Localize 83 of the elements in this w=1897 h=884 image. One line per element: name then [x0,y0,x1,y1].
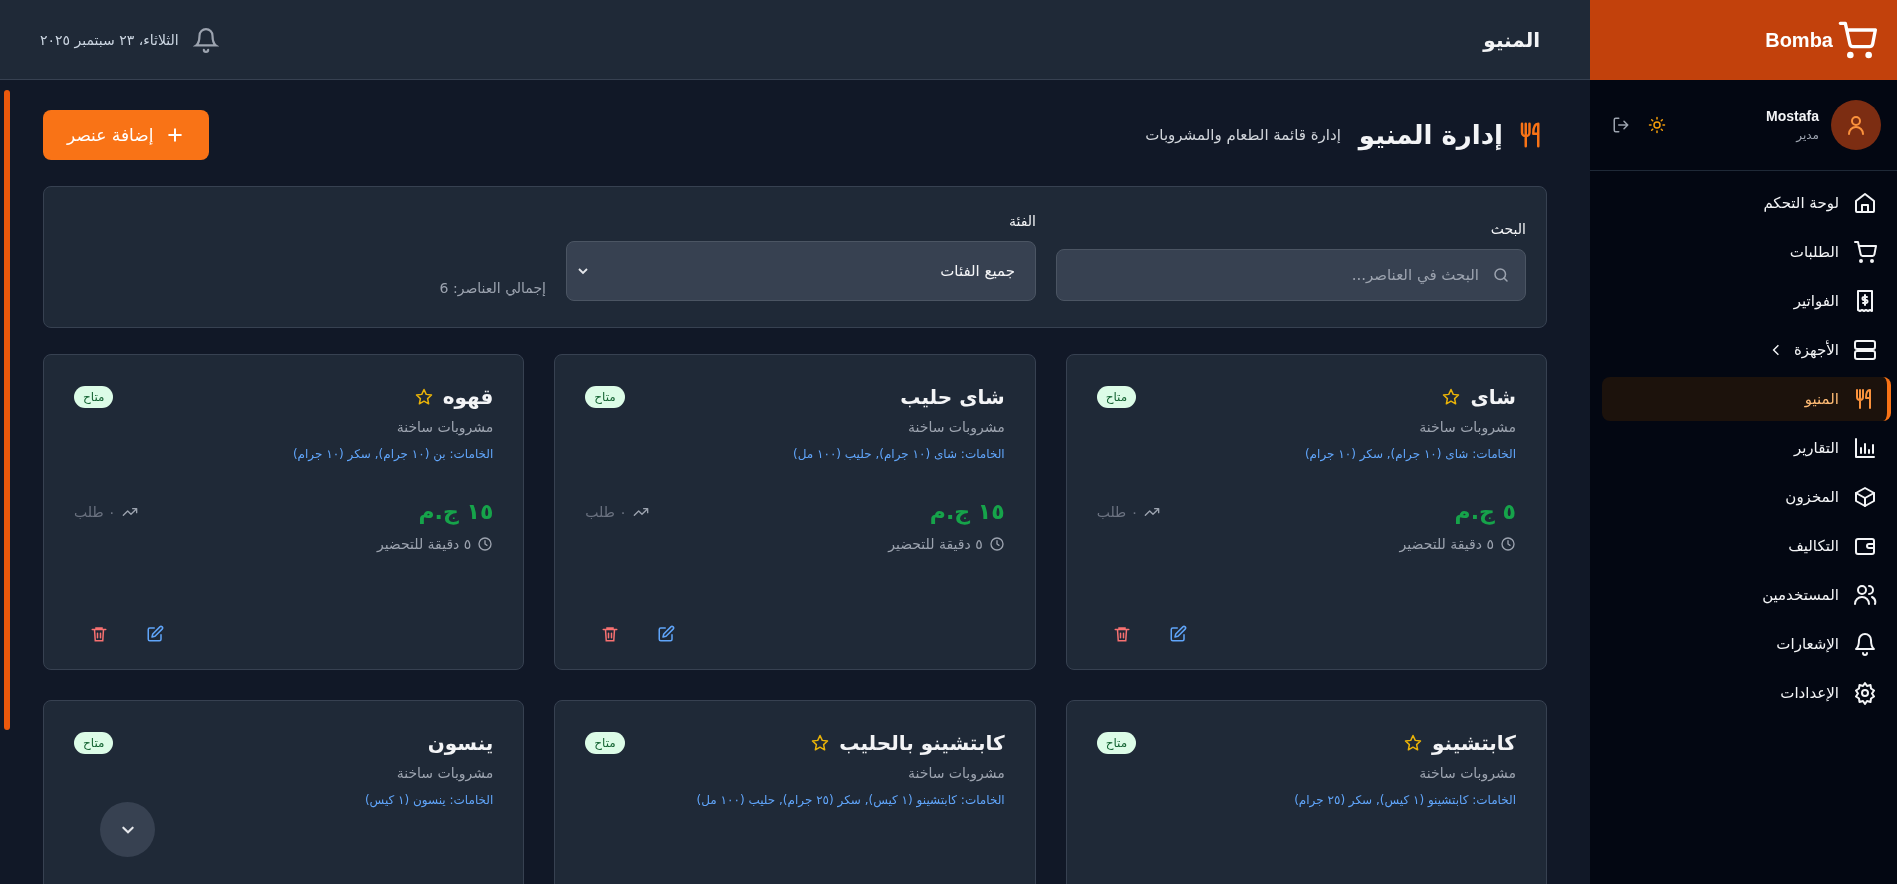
item-name: شاى [1470,385,1516,409]
item-name: كابتشينو [1431,731,1516,755]
item-price: ٥ ج.م [1454,499,1516,524]
trash-icon [1112,625,1131,643]
page-title: المنيو [1483,27,1540,52]
category-dropdown[interactable]: جميع الفئات [566,241,1036,301]
clock-icon [988,536,1005,552]
gear-icon [1853,681,1877,705]
item-category: مشروبات ساخنة [908,419,1005,435]
sidebar-item[interactable]: التقارير [1602,426,1891,470]
prep-time: ٥ دقيقة للتحضير [376,536,472,552]
item-price: ١٥ ج.م [418,499,494,524]
scrollbar[interactable] [4,90,10,730]
edit-icon [146,625,164,643]
trash-icon [601,625,620,643]
sun-icon [1648,116,1666,134]
theme-button[interactable] [1646,114,1668,136]
clock-icon [477,536,494,552]
sidebar-item[interactable]: الإعدادات [1602,671,1891,715]
item-name: قهوه [442,385,494,409]
total-count: إجمالي العناصر: 6 [439,280,546,296]
item-ingredients: الخامات: كابتشينو (١ كيس), سكر (٢٥ جرام) [1294,793,1516,807]
edit-icon [657,625,676,643]
sidebar-item[interactable]: الفواتير [1602,279,1891,323]
users-icon [1853,583,1877,607]
item-ingredients: الخامات: ينسون (١ كيس) [364,793,494,807]
sidebar-item[interactable]: التكاليف [1602,524,1891,568]
cart-icon [1837,20,1877,60]
logout-icon [1612,116,1630,134]
clock-icon [1500,536,1516,552]
chevron-icon [1771,343,1780,357]
item-ingredients: الخامات: بن (١٠ جرام), سكر (١٠ جرام) [292,447,494,461]
box-icon [1853,485,1877,509]
item-category: مشروبات ساخنة [908,765,1005,781]
section-subtitle: إدارة قائمة الطعام والمشروبات [1145,126,1341,144]
cart-icon [1853,240,1877,264]
search-icon [1492,266,1510,284]
status-badge: متاح [74,732,114,754]
prep-time: ٥ دقيقة للتحضير [1399,536,1494,552]
status-badge: متاح [1096,386,1137,408]
server-icon [1853,338,1877,362]
sidebar-item[interactable]: الطلبات [1602,230,1891,274]
section-title: إدارة المنيو [1358,120,1503,150]
item-name: كابتشينو بالحليب [839,731,1005,755]
item-name: ينسون [427,731,494,755]
chevron-down-icon [120,824,135,835]
search-label: البحث [1489,221,1526,237]
search-field[interactable]: البحث في العناصر... [1056,249,1526,301]
sidebar-item[interactable]: المخزون [1602,475,1891,519]
item-ingredients: الخامات: كابتشينو (١ كيس), سكر (٢٥ جرام), حليب (١٠٠ مل) [696,793,1005,807]
order-count: ٠ طلب [585,503,627,520]
prep-time: ٥ دقيقة للتحضير [888,536,983,552]
item-category: مشروبات ساخنة [396,419,494,435]
chart-icon [1853,436,1877,460]
brand-name: Bomba [1765,28,1833,52]
order-count: ٠ طلب [1096,503,1139,520]
item-category: مشروبات ساخنة [396,765,494,781]
sidebar-item[interactable]: المستخدمين [1602,573,1891,617]
user-name: Mostafa [1766,108,1819,124]
sidebar-item[interactable]: الإشعارات [1602,622,1891,666]
bell-icon [1853,632,1877,656]
item-category: مشروبات ساخنة [1419,765,1516,781]
home-icon [1853,191,1877,215]
status-badge: متاح [585,386,625,408]
category-label: الفئة [1008,213,1036,229]
user-role: مدير [1796,128,1819,142]
edit-icon [1168,625,1187,643]
sidebar-item[interactable]: المنيو [1602,377,1891,421]
item-ingredients: الخامات: شاى (١٠ جرام), حليب (١٠٠ مل) [792,447,1005,461]
sidebar-item[interactable]: لوحة التحكم [1602,181,1891,225]
order-count: ٠ طلب [74,503,116,520]
status-badge: متاح [74,386,114,408]
trash-icon [90,625,108,643]
date-text: الثلاثاء، ٢٣ سبتمبر ٢٠٢٥ [40,31,179,48]
chevron-down-icon [577,267,589,275]
item-category: مشروبات ساخنة [1419,419,1516,435]
item-price: ١٥ ج.م [929,499,1005,524]
status-badge: متاح [585,732,625,754]
sidebar-item[interactable]: الأجهزة [1602,328,1891,372]
status-badge: متاح [1096,732,1137,754]
item-name: شاى حليب [900,385,1005,409]
item-ingredients: الخامات: شاى (١٠ جرام), سكر (١٠ جرام) [1304,447,1516,461]
bell-icon [192,26,219,53]
